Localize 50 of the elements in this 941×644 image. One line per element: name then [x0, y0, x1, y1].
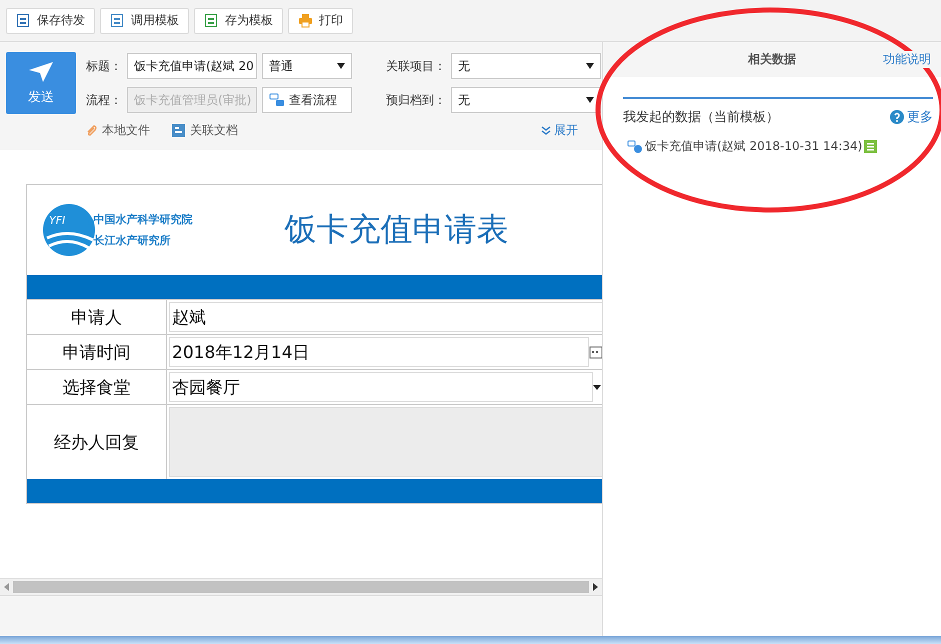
document-icon — [204, 13, 219, 28]
list-icon — [864, 140, 878, 153]
field-label: 关联项目： — [386, 58, 446, 74]
caret-icon — [586, 63, 594, 69]
scroll-right-icon[interactable] — [593, 583, 598, 591]
toolbar-button[interactable]: 保存待发 — [6, 8, 95, 34]
help-link[interactable]: 功能说明 — [883, 51, 931, 68]
caret-icon — [586, 97, 594, 103]
attachment-link[interactable]: 关联文档 — [172, 122, 238, 139]
paper-plane-icon — [28, 60, 54, 82]
flowchart-icon — [269, 93, 285, 107]
paperclip-icon — [86, 124, 97, 137]
archive-select[interactable]: 无 — [451, 87, 601, 113]
view-flow-button[interactable]: 查看流程 — [262, 87, 352, 113]
toolbar-button[interactable]: 存为模板 — [194, 8, 283, 34]
caret-icon — [593, 384, 601, 390]
data-item-link[interactable]: 饭卡充值申请(赵斌 2018-10-31 14:34) — [645, 138, 862, 155]
caret-icon — [337, 63, 345, 69]
logo-text: 长江水产研究所 — [93, 233, 172, 248]
toolbar-button[interactable]: 打印 — [288, 8, 353, 34]
field-label: 预归档到： — [386, 92, 446, 108]
document-icon — [172, 124, 185, 137]
form-title: 饭卡充值申请表 — [284, 209, 508, 250]
toolbar-button[interactable]: 调用模板 — [100, 8, 189, 34]
scrollbar-thumb[interactable] — [13, 581, 589, 593]
panel-title: 相关数据 — [748, 51, 796, 68]
section-title: 我发起的数据（当前模板） — [623, 109, 779, 126]
row-label: 申请人 — [27, 300, 167, 334]
calendar-icon — [589, 345, 602, 359]
flow-check-icon — [627, 140, 643, 154]
date-field[interactable]: 2018年12月14日 — [169, 337, 589, 367]
logo-text: 中国水产科学研究院 — [93, 212, 192, 227]
expand-link[interactable]: 展开 — [541, 122, 578, 139]
document-icon — [110, 13, 125, 28]
text-field[interactable]: 赵斌 — [169, 302, 602, 332]
more-link[interactable]: 更多 — [890, 108, 933, 126]
canteen-select[interactable]: 杏园餐厅 — [169, 372, 593, 402]
title-field[interactable]: 饭卡充值申请(赵斌 20 — [127, 53, 257, 79]
attachment-link[interactable]: 本地文件 — [86, 122, 150, 139]
scroll-left-icon[interactable] — [4, 583, 9, 591]
row-label: 申请时间 — [27, 335, 167, 369]
row-label: 选择食堂 — [27, 370, 167, 404]
field-label: 标题： — [86, 58, 122, 74]
priority-select[interactable]: 普通 — [262, 53, 352, 79]
chevron-down-icon — [541, 126, 551, 136]
help-icon — [890, 110, 904, 124]
printer-icon — [298, 13, 313, 28]
field-label: 流程： — [86, 92, 122, 108]
project-select[interactable]: 无 — [451, 53, 601, 79]
logo-mark: YFI — [49, 214, 66, 227]
